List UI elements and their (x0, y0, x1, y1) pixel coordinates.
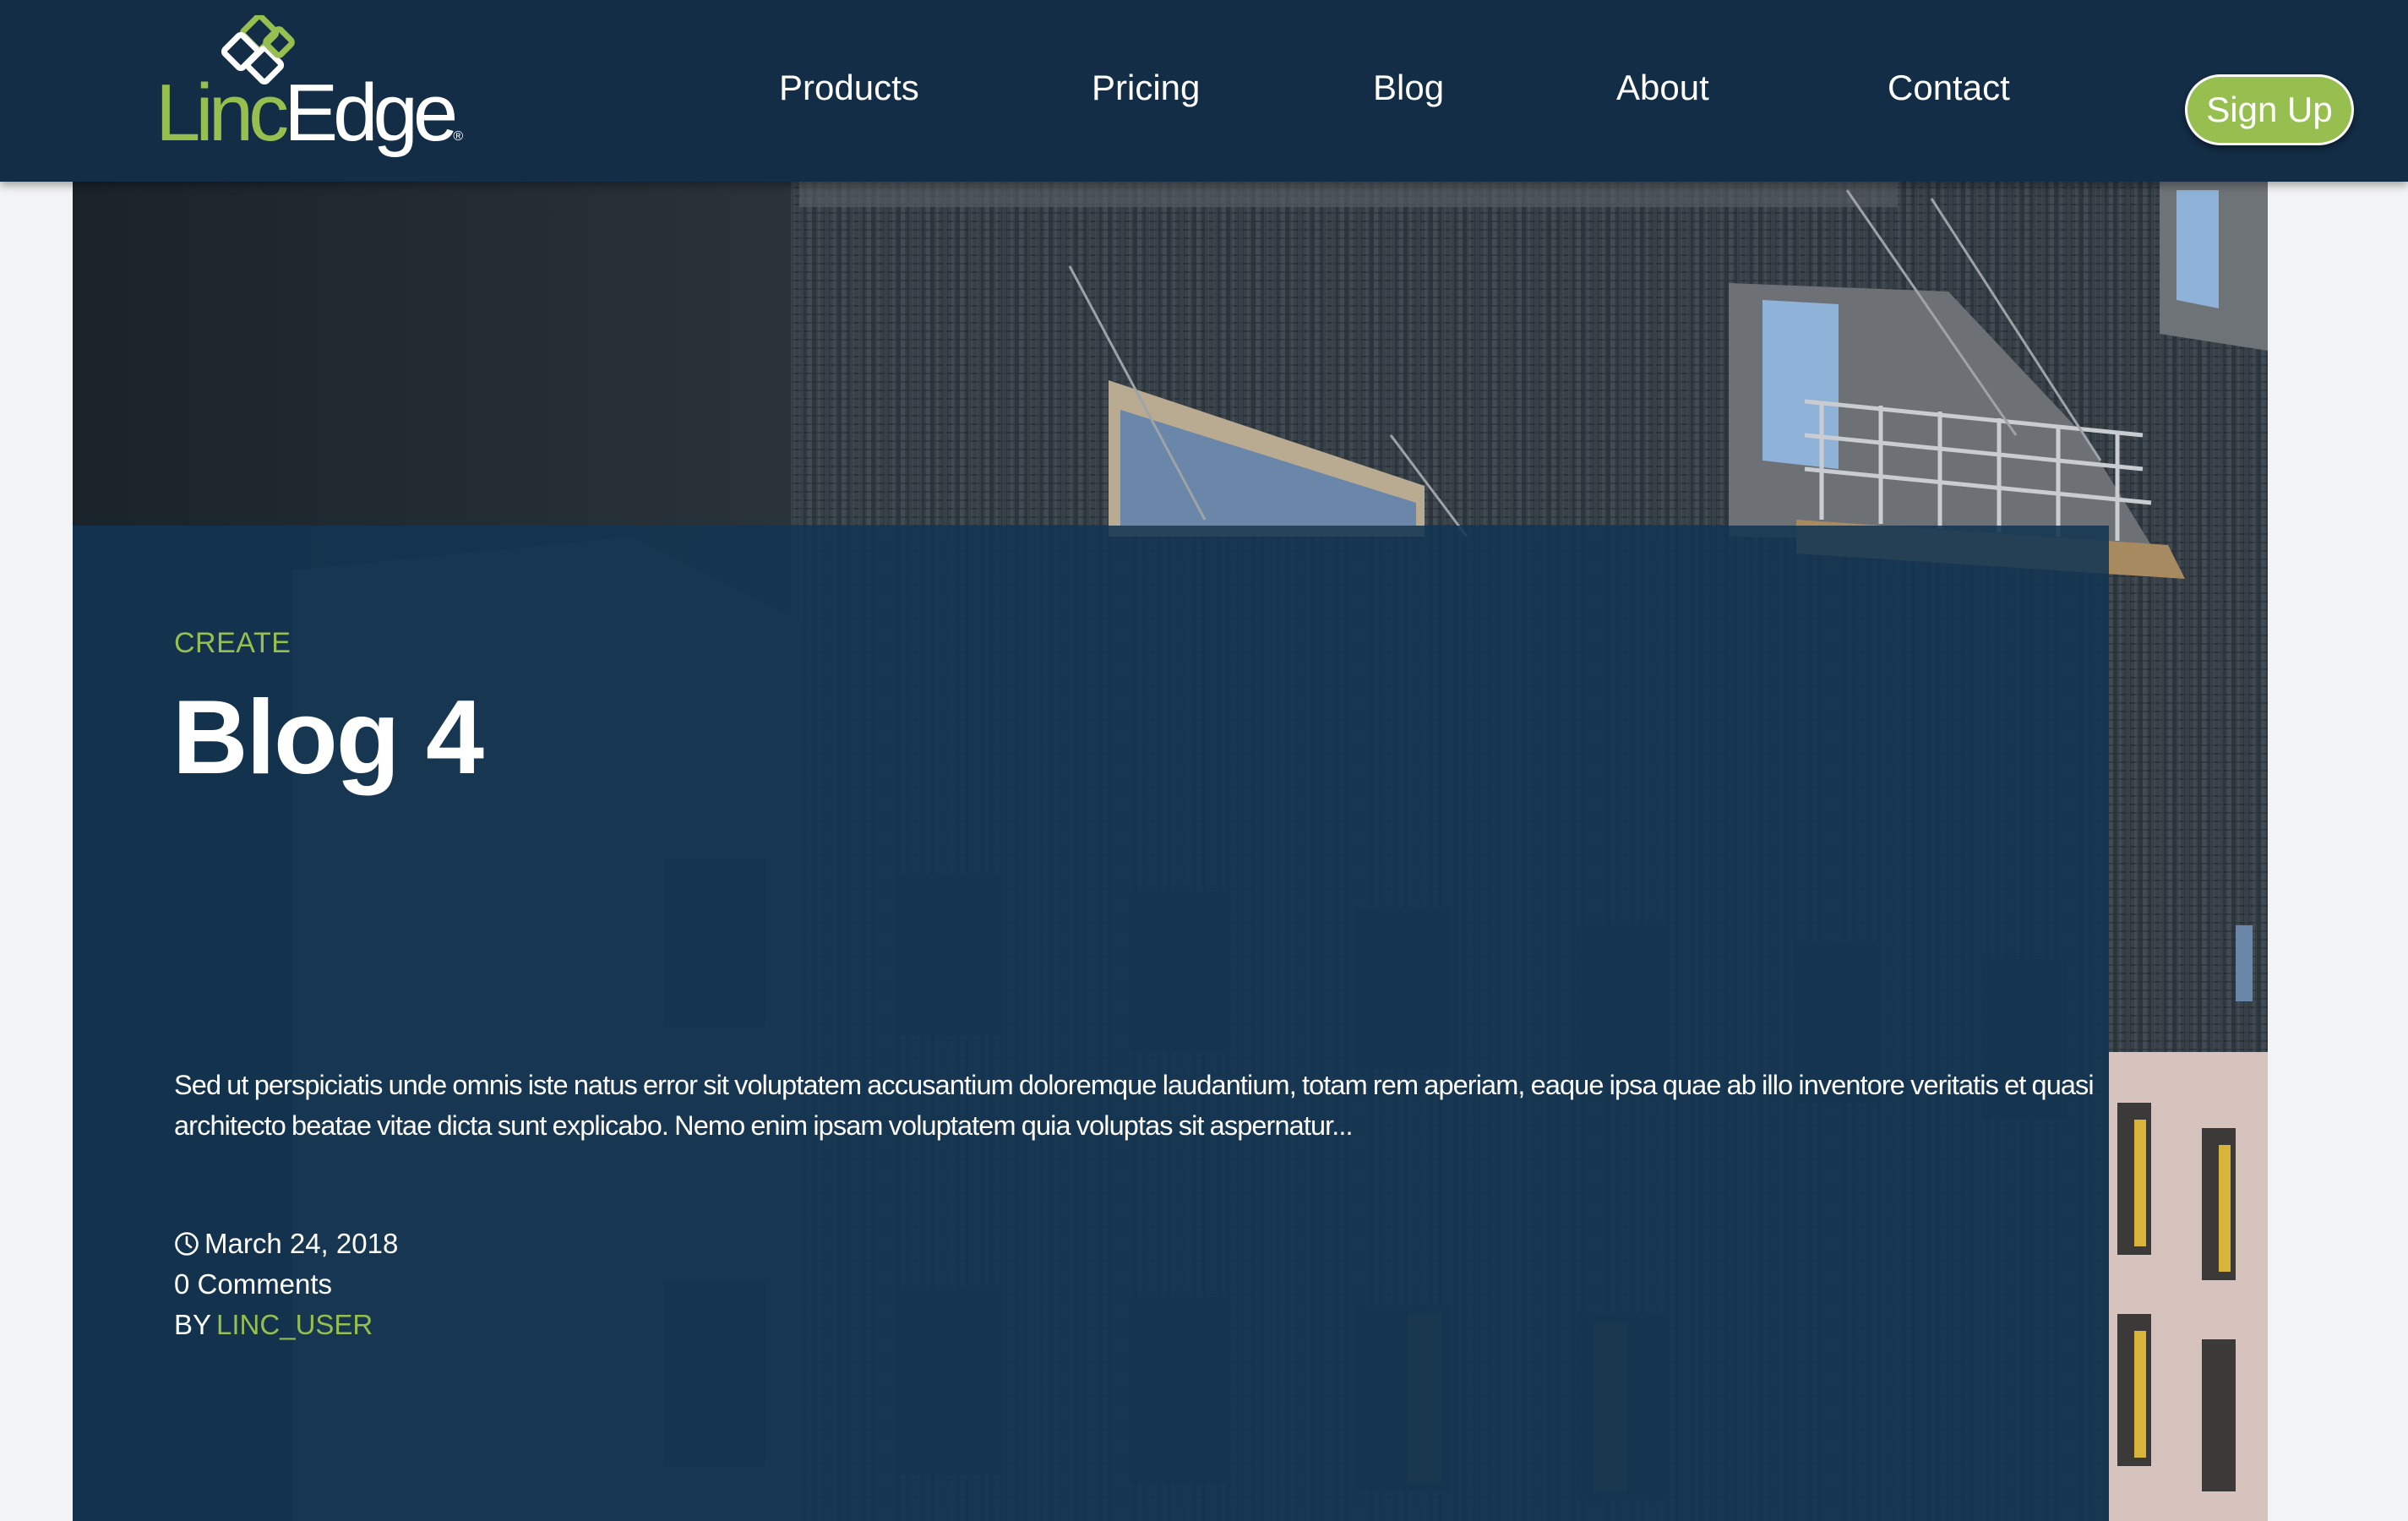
post-overlay-panel (73, 526, 2109, 1521)
post-category[interactable]: CREATE (174, 627, 291, 660)
post-by-label: BY (174, 1309, 212, 1340)
nav-link-products[interactable]: Products (779, 68, 919, 108)
brand-name-linc: Linc (155, 68, 289, 158)
blog-post-hero: CREATE Blog 4 Sed ut perspiciatis unde o… (73, 182, 2268, 1521)
top-navbar: LincEdge® Products Pricing Blog About Co… (0, 0, 2408, 182)
post-comments-line: 0 Comments (174, 1264, 398, 1305)
post-date-line: March 24, 2018 (174, 1224, 398, 1264)
post-excerpt: Sed ut perspiciatis unde omnis iste natu… (174, 1070, 2095, 1141)
post-comments-count[interactable]: 0 Comments (174, 1264, 332, 1305)
post-title[interactable]: Blog 4 (172, 680, 484, 796)
nav-link-blog[interactable]: Blog (1373, 68, 1444, 108)
registered-mark: ® (453, 129, 464, 144)
brand-logo[interactable]: LincEdge® (155, 15, 463, 167)
brand-wordmark: LincEdge® (155, 73, 463, 154)
sign-up-button[interactable]: Sign Up (2185, 74, 2354, 145)
brand-name-edge: Edge (284, 68, 458, 158)
post-author-line: BY LINC_USER (174, 1305, 398, 1345)
nav-link-pricing[interactable]: Pricing (1092, 68, 1200, 108)
post-meta: March 24, 2018 0 Comments BY LINC_USER (174, 1224, 398, 1345)
post-date: March 24, 2018 (204, 1228, 399, 1259)
nav-link-contact[interactable]: Contact (1888, 68, 2010, 108)
post-author-link[interactable]: LINC_USER (216, 1305, 373, 1345)
nav-link-about[interactable]: About (1616, 68, 1709, 108)
clock-icon (175, 1232, 199, 1256)
